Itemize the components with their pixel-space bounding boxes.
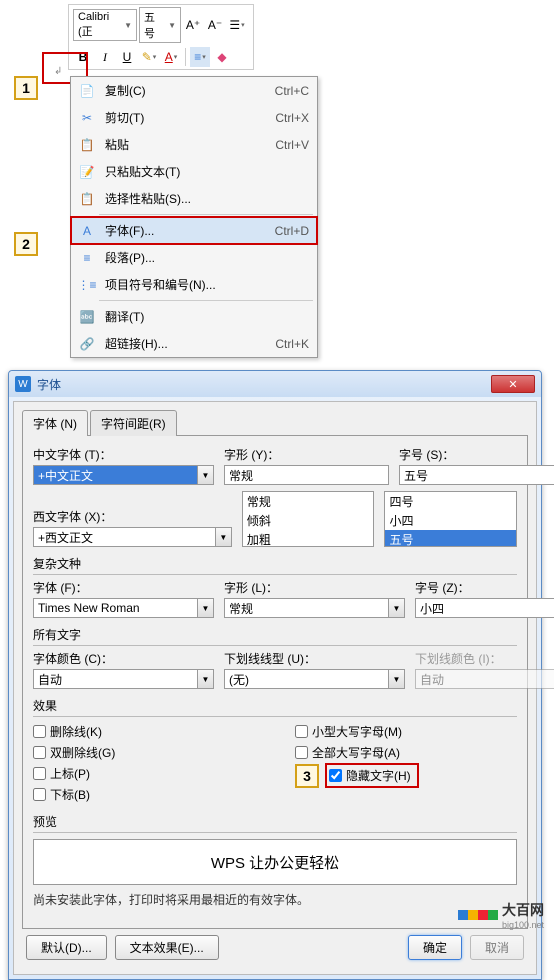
- translate-icon: 🔤: [79, 309, 95, 325]
- all-text-group: 所有文字: [33, 626, 517, 646]
- complex-group: 复杂文种: [33, 555, 517, 575]
- chk-smallcaps[interactable]: 小型大写字母(M): [295, 721, 517, 742]
- italic-button[interactable]: I: [95, 47, 115, 67]
- chk-allcaps[interactable]: 全部大写字母(A): [295, 742, 517, 763]
- c-font-label: 字体 (F)：: [33, 579, 214, 596]
- ctx-bullets[interactable]: ⋮≡项目符号和编号(N)...: [71, 271, 317, 298]
- tab-font[interactable]: 字体 (N): [22, 410, 88, 436]
- style-combo[interactable]: [224, 465, 389, 485]
- size-listbox[interactable]: 四号 小四 五号: [384, 491, 517, 547]
- cn-font-combo[interactable]: ▼: [33, 465, 214, 485]
- effects-group: 效果: [33, 697, 517, 717]
- paste-icon: 📋: [79, 137, 95, 153]
- tab-spacing[interactable]: 字符间距(R): [90, 410, 177, 436]
- west-font-combo[interactable]: ▼: [33, 527, 232, 547]
- chk-strike[interactable]: 删除线(K): [33, 721, 255, 742]
- default-button[interactable]: 默认(D)...: [26, 935, 107, 960]
- hyperlink-icon: 🔗: [79, 336, 95, 352]
- underline-button[interactable]: U: [117, 47, 137, 67]
- bullets-icon: ⋮≡: [79, 277, 95, 293]
- app-icon: W: [15, 376, 31, 392]
- ul-color-combo[interactable]: ▼: [415, 669, 554, 689]
- font-color-combo[interactable]: ▼: [33, 669, 214, 689]
- ctx-hyperlink[interactable]: 🔗超链接(H)...Ctrl+K: [71, 330, 317, 357]
- highlight-color-button[interactable]: ✎▾: [139, 47, 159, 67]
- increase-font-button[interactable]: A⁺: [183, 15, 203, 35]
- c-style-label: 字形 (L)：: [224, 579, 405, 596]
- ctx-paragraph[interactable]: ≡段落(P)...: [71, 244, 317, 271]
- c-font-combo[interactable]: ▼: [33, 598, 214, 618]
- west-font-label: 西文字体 (X)：: [33, 508, 232, 525]
- size-label: 字号 (S)：: [399, 446, 554, 463]
- font-dialog: W 字体 ✕ 字体 (N) 字符间距(R) 中文字体 (T)： ▼ 字形 (Y)…: [8, 370, 542, 980]
- ctx-paste[interactable]: 📋粘贴Ctrl+V: [71, 131, 317, 158]
- paste-text-icon: 📝: [79, 164, 95, 180]
- font-icon: A: [79, 223, 95, 239]
- font-name-combo[interactable]: Calibri (正▼: [73, 9, 137, 41]
- line-spacing-button[interactable]: ☰▾: [227, 15, 247, 35]
- ctx-font[interactable]: A字体(F)...Ctrl+D: [70, 216, 318, 245]
- decrease-font-button[interactable]: A⁻: [205, 15, 225, 35]
- ctx-copy[interactable]: 📄复制(C)Ctrl+C: [71, 77, 317, 104]
- underline-combo[interactable]: ▼: [224, 669, 405, 689]
- close-button[interactable]: ✕: [491, 375, 535, 393]
- chk-superscript[interactable]: 上标(P): [33, 763, 255, 784]
- ctx-paste-text[interactable]: 📝只粘贴文本(T): [71, 158, 317, 185]
- cut-icon: ✂: [79, 110, 95, 126]
- preview-box: WPS 让办公更轻松: [33, 839, 517, 885]
- chk-subscript[interactable]: 下标(B): [33, 784, 255, 805]
- size-combo[interactable]: [399, 465, 554, 485]
- underline-label: 下划线线型 (U)：: [224, 650, 405, 667]
- ctx-cut[interactable]: ✂剪切(T)Ctrl+X: [71, 104, 317, 131]
- cancel-button[interactable]: 取消: [470, 935, 524, 960]
- font-note: 尚未安装此字体，打印时将采用最相近的有效字体。: [33, 891, 517, 908]
- formatting-toolbar: Calibri (正▼ 五号▼ A⁺ A⁻ ☰▾ B I U ✎▾ A▾ ≡▾ …: [68, 4, 254, 70]
- align-button[interactable]: ≡▾: [190, 47, 210, 67]
- c-style-combo[interactable]: ▼: [224, 598, 405, 618]
- c-size-combo[interactable]: ▼: [415, 598, 554, 618]
- preview-group: 预览: [33, 813, 517, 833]
- context-menu: 📄复制(C)Ctrl+C ✂剪切(T)Ctrl+X 📋粘贴Ctrl+V 📝只粘贴…: [70, 76, 318, 358]
- clear-format-button[interactable]: ◆: [212, 47, 232, 67]
- ctx-translate[interactable]: 🔤翻译(T): [71, 303, 317, 330]
- copy-icon: 📄: [79, 83, 95, 99]
- paragraph-icon: ≡: [79, 250, 95, 266]
- paste-special-icon: 📋: [79, 191, 95, 207]
- c-size-label: 字号 (Z)：: [415, 579, 554, 596]
- font-color-label: 字体颜色 (C)：: [33, 650, 214, 667]
- font-color-button[interactable]: A▾: [161, 47, 181, 67]
- style-listbox[interactable]: 常规 倾斜 加粗: [242, 491, 375, 547]
- watermark: 大百网big100.net: [458, 900, 544, 930]
- callout-3: 3: [295, 764, 319, 788]
- ul-color-label: 下划线颜色 (I)：: [415, 650, 554, 667]
- ok-button[interactable]: 确定: [408, 935, 462, 960]
- font-size-combo[interactable]: 五号▼: [139, 7, 181, 43]
- callout-1: 1: [14, 76, 38, 100]
- chk-hidden[interactable]: 隐藏文字(H): [325, 763, 419, 788]
- dialog-titlebar[interactable]: W 字体 ✕: [9, 371, 541, 397]
- style-label: 字形 (Y)：: [224, 446, 389, 463]
- callout-2: 2: [14, 232, 38, 256]
- ctx-paste-special[interactable]: 📋选择性粘贴(S)...: [71, 185, 317, 212]
- dialog-title: 字体: [37, 376, 491, 393]
- chk-dblstrike[interactable]: 双删除线(G): [33, 742, 255, 763]
- cn-font-label: 中文字体 (T)：: [33, 446, 214, 463]
- text-effect-button[interactable]: 文本效果(E)...: [115, 935, 219, 960]
